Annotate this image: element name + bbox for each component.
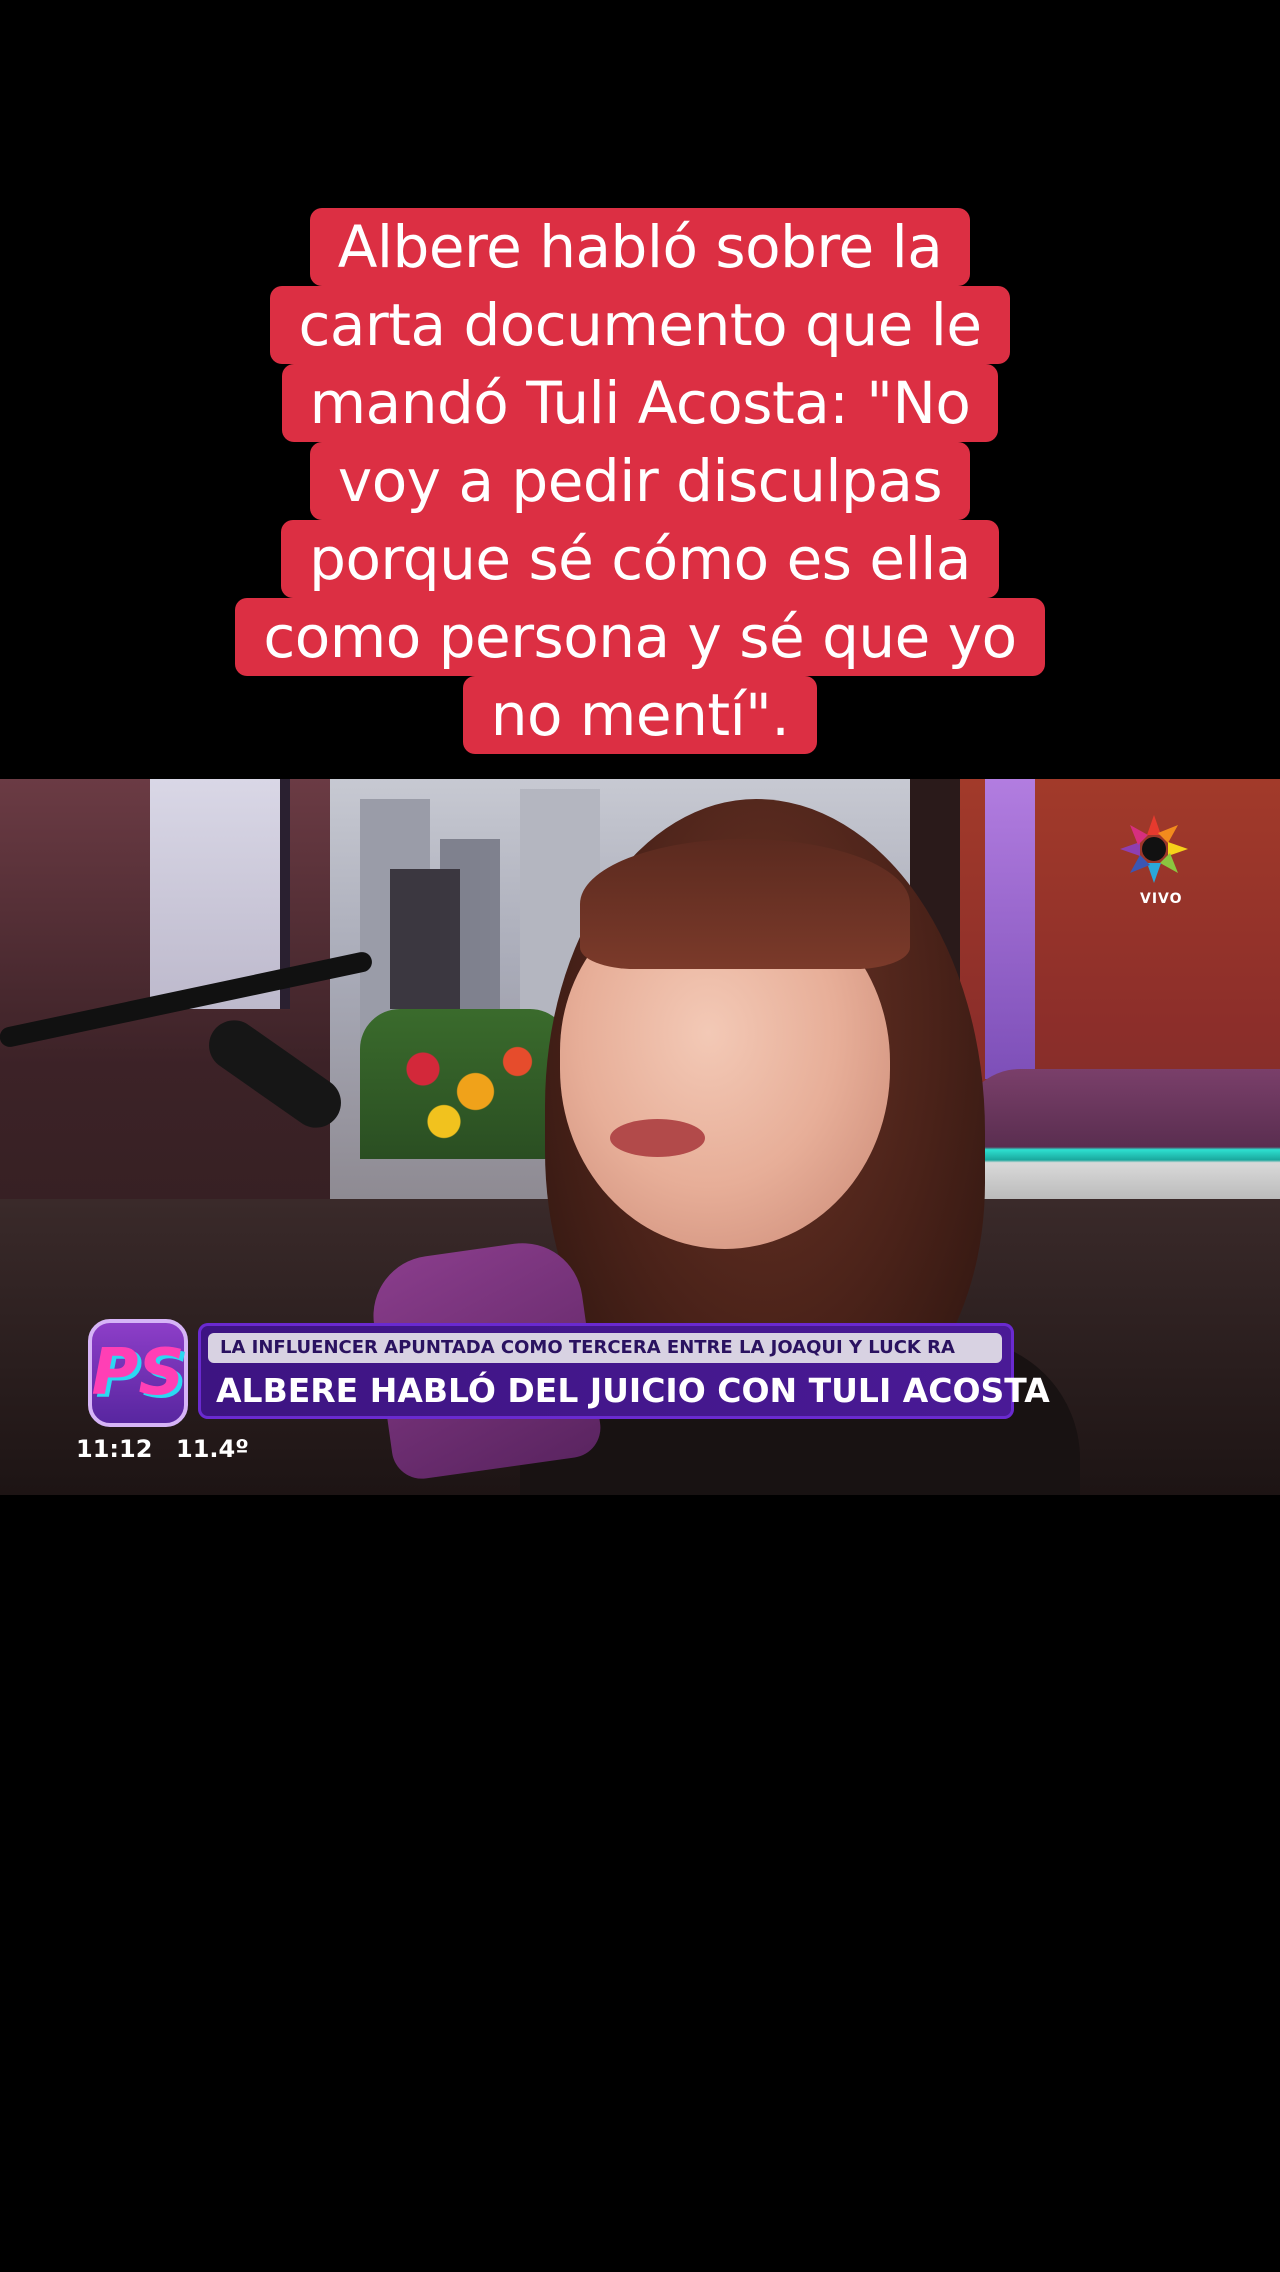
studio-table	[960, 1069, 1280, 1199]
lower-third-headline: ALBERE HABLÓ DEL JUICIO CON TULI ACOSTA	[216, 1371, 1050, 1410]
flower-arrangement	[360, 1009, 570, 1159]
caption-line: Albere habló sobre la	[309, 208, 971, 286]
video-frame[interactable]: VIVO PS LA INFLUENCER APUNTADA COMO TERC…	[0, 779, 1280, 1495]
caption-line: como persona y sé que yo	[235, 598, 1045, 676]
caption-line: voy a pedir disculpas	[309, 442, 971, 520]
show-logo: PS	[88, 1319, 188, 1427]
broadcast-temperature: 11.4º	[176, 1435, 249, 1463]
caption-line: porque sé cómo es ella	[281, 520, 999, 598]
lower-third-kicker: LA INFLUENCER APUNTADA COMO TERCERA ENTR…	[208, 1333, 1002, 1363]
caption-line: no mentí".	[462, 676, 818, 754]
caption-line: mandó Tuli Acosta: "No	[281, 364, 999, 442]
purple-column	[985, 779, 1035, 1079]
caption-block: Albere habló sobre la carta documento qu…	[0, 208, 1280, 754]
channel-star-logo-icon	[1120, 815, 1188, 883]
show-logo-text: PS	[91, 1336, 185, 1410]
person-bangs	[580, 839, 910, 969]
broadcast-clock: 11:12	[76, 1435, 153, 1463]
live-label: VIVO	[1140, 891, 1183, 907]
caption-line: carta documento que le	[270, 286, 1010, 364]
person-lips	[610, 1119, 705, 1157]
dark-panel	[390, 869, 460, 1009]
lower-third-banner: LA INFLUENCER APUNTADA COMO TERCERA ENTR…	[198, 1323, 1050, 1419]
